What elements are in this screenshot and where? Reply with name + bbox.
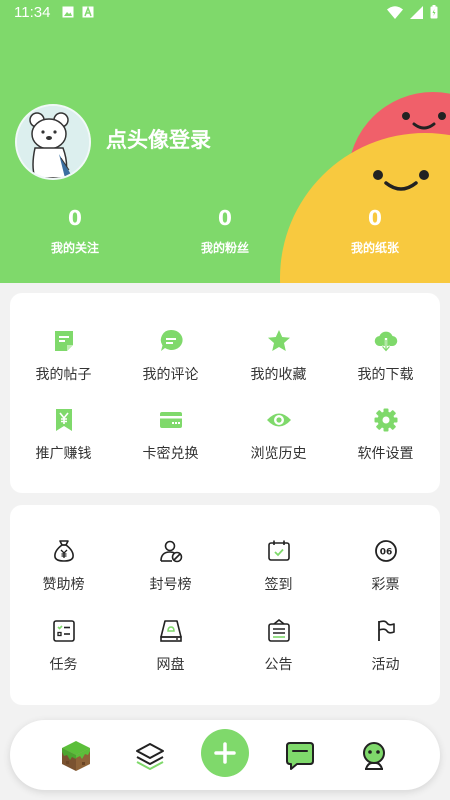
tool-announcement[interactable]: 公告: [225, 618, 332, 674]
profile-face-icon: [363, 742, 385, 770]
stat-following-value: 0: [68, 206, 82, 230]
tool-label: 彩票: [371, 577, 400, 593]
money-bag-icon: [53, 540, 74, 562]
tool-label: 签到: [264, 577, 293, 593]
image-notification-icon: [62, 6, 74, 18]
feature-label: 浏览历史: [250, 446, 307, 462]
tool-label: 封号榜: [149, 577, 192, 593]
cell-signal-icon: [410, 5, 423, 19]
stat-fans[interactable]: 0 我的粉丝: [170, 206, 280, 256]
card-icon: [159, 412, 182, 428]
feature-card-redeem[interactable]: 卡密兑换: [117, 407, 224, 463]
tool-label: 任务: [49, 657, 78, 673]
profile-header: 11:34 点头像登录 0 我的关注 0 我的粉丝 0 我的纸张: [0, 0, 450, 283]
stat-paper-label: 我的纸张: [350, 241, 399, 255]
feature-label: 我的下载: [357, 367, 414, 383]
feature-my-comments[interactable]: 我的评论: [117, 328, 224, 384]
bottom-nav: [10, 720, 440, 790]
feature-label: 软件设置: [357, 446, 414, 462]
lottery-badge: 06: [379, 548, 392, 558]
notice-icon: [267, 618, 290, 642]
tool-checkin[interactable]: 签到: [225, 538, 332, 594]
feature-promote-earn[interactable]: 推广赚钱: [10, 407, 117, 463]
tool-label: 网盘: [156, 657, 185, 673]
cloud-drive-icon: [159, 620, 182, 642]
wifi-icon: [387, 5, 403, 19]
avatar[interactable]: [15, 104, 91, 180]
tool-sponsor-rank[interactable]: 赞助榜: [10, 538, 117, 594]
tool-label: 活动: [371, 657, 400, 673]
feature-label: 我的帖子: [35, 367, 92, 383]
add-post-button[interactable]: [201, 729, 249, 777]
comment-icon: [160, 329, 183, 351]
chat-bubble-icon: [286, 742, 314, 770]
battery-icon: [430, 5, 438, 19]
tool-tasks[interactable]: 任务: [10, 618, 117, 674]
gear-icon: [374, 408, 397, 432]
tool-label: 公告: [264, 657, 293, 673]
stat-paper-value: 0: [368, 206, 382, 230]
feature-label: 我的评论: [142, 367, 199, 383]
login-prompt[interactable]: 点头像登录: [106, 124, 211, 154]
yen-tag-icon: [55, 409, 72, 431]
stat-fans-value: 0: [218, 206, 232, 230]
grass-block-icon: [62, 741, 90, 771]
stat-following-label: 我的关注: [50, 241, 99, 255]
tool-cloud-drive[interactable]: 网盘: [117, 618, 224, 674]
stat-paper[interactable]: 0 我的纸张: [320, 206, 430, 256]
nav-messages[interactable]: [282, 738, 318, 774]
feature-browse-history[interactable]: 浏览历史: [225, 407, 332, 463]
layers-icon: [136, 743, 164, 770]
features-card: 我的帖子 我的评论 我的收藏 我的下载 推广赚钱 卡密兑换 浏览历史 软件设置: [10, 293, 440, 493]
tool-activity[interactable]: 活动: [332, 618, 439, 674]
nav-profile[interactable]: [356, 738, 392, 774]
bear-avatar-icon: [17, 106, 89, 178]
cloud-download-icon: [374, 331, 397, 353]
eye-icon: [266, 413, 291, 427]
user-ban-icon: [159, 540, 182, 563]
status-bar: 11:34: [0, 0, 450, 26]
plus-icon: [214, 742, 236, 764]
nav-layers[interactable]: [132, 738, 168, 774]
tool-ban-rank[interactable]: 封号榜: [117, 538, 224, 594]
stat-following[interactable]: 0 我的关注: [20, 206, 130, 256]
feature-my-downloads[interactable]: 我的下载: [332, 328, 439, 384]
feature-label: 卡密兑换: [142, 446, 199, 462]
flag-icon: [377, 620, 395, 641]
task-list-icon: [52, 620, 75, 642]
status-time: 11:34: [14, 4, 51, 21]
calendar-check-icon: [267, 540, 290, 561]
font-notification-icon: [82, 6, 94, 18]
post-icon: [54, 331, 73, 351]
lottery-ball-icon: 06: [374, 540, 397, 562]
feature-label: 我的收藏: [250, 367, 307, 383]
nav-home[interactable]: [58, 738, 94, 774]
tool-label: 赞助榜: [42, 577, 85, 593]
star-icon: [267, 330, 290, 351]
stat-fans-label: 我的粉丝: [200, 241, 249, 255]
feature-label: 推广赚钱: [35, 446, 92, 462]
tools-card: 赞助榜 封号榜 签到 06 彩票 任务 网盘 公告 活动: [10, 505, 440, 705]
feature-my-favorites[interactable]: 我的收藏: [225, 328, 332, 384]
tool-lottery[interactable]: 06 彩票: [332, 538, 439, 594]
feature-settings[interactable]: 软件设置: [332, 407, 439, 463]
feature-my-posts[interactable]: 我的帖子: [10, 328, 117, 384]
